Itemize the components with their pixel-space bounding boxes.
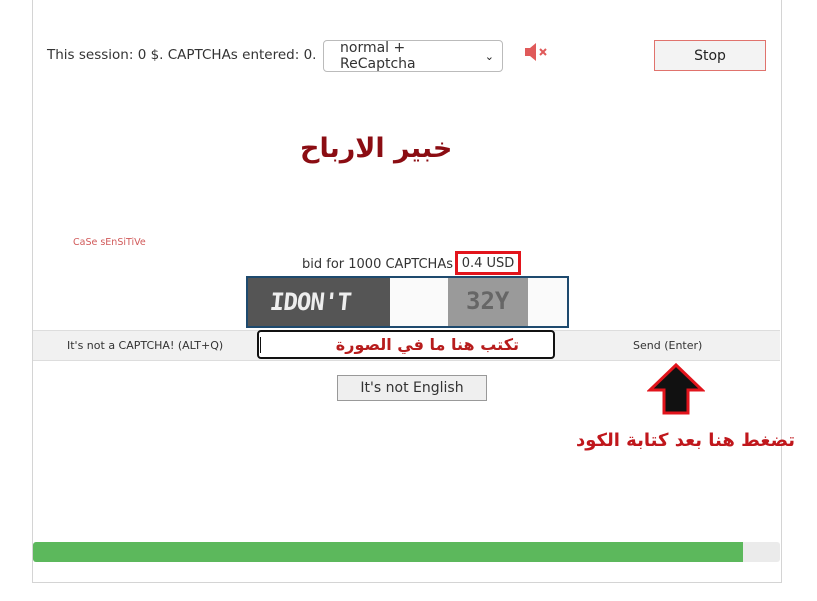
speaker-muted-icon[interactable] <box>523 41 549 63</box>
stop-button[interactable]: Stop <box>654 40 766 71</box>
progress-bar <box>33 542 780 562</box>
bid-price: 0.4 USD <box>455 251 521 275</box>
not-captcha-link[interactable]: It's not a CAPTCHA! (ALT+Q) <box>67 339 223 352</box>
text-caret <box>260 337 261 353</box>
mode-select-value: normal + ReCaptcha <box>340 40 416 72</box>
session-stats: This session: 0 $. CAPTCHAs entered: 0. <box>47 47 317 63</box>
answer-annotation: تكتب هنا ما في الصورة <box>335 335 519 354</box>
captcha-image: IDON'T 32Y <box>246 276 569 328</box>
answer-input[interactable]: تكتب هنا ما في الصورة <box>257 330 555 359</box>
send-hint: تضغط هنا بعد كتابة الكود <box>576 430 796 451</box>
mode-select[interactable]: normal + ReCaptcha ⌄ <box>323 40 503 72</box>
progress-fill <box>33 542 743 562</box>
captcha-left-word: IDON'T <box>248 278 390 326</box>
captcha-right-word: 32Y <box>448 278 528 326</box>
not-english-button[interactable]: It's not English <box>337 375 487 401</box>
brand-title: خبير الارباح <box>300 133 453 164</box>
case-sensitive-note: CaSe sEnSiTiVe <box>73 237 146 248</box>
chevron-down-icon: ⌄ <box>484 49 494 63</box>
arrow-up-icon <box>647 362 705 415</box>
send-button[interactable]: Send (Enter) <box>633 339 702 352</box>
bid-label: bid for 1000 CAPTCHAs <box>302 257 453 272</box>
